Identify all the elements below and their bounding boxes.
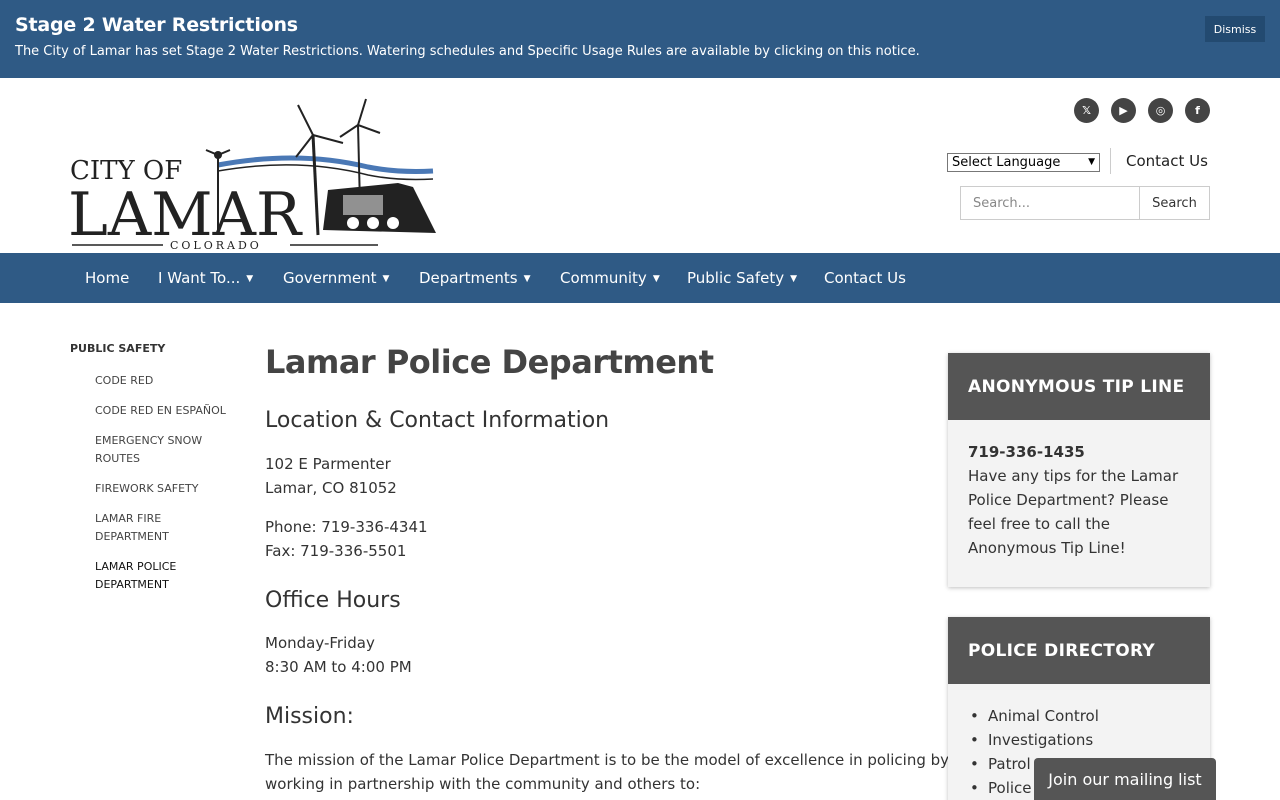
nav-contact-us[interactable]: Contact Us — [824, 269, 906, 287]
directory-item-investigations[interactable]: Investigations — [970, 728, 1210, 752]
nav-government[interactable]: Government ▼ — [283, 269, 389, 287]
nav-departments[interactable]: Departments ▼ — [419, 269, 531, 287]
language-select[interactable]: Select Language ▼ — [947, 153, 1100, 172]
caret-down-icon: ▼ — [790, 274, 798, 284]
chevron-down-icon: ▼ — [1088, 157, 1095, 167]
nav-i-want-to[interactable]: I Want To... ▼ — [158, 269, 253, 287]
mission-heading: Mission: — [265, 704, 354, 729]
directory-item-animal-control[interactable]: Animal Control — [970, 704, 1210, 728]
caret-down-icon: ▼ — [523, 274, 531, 284]
directory-heading: POLICE DIRECTORY — [948, 617, 1210, 684]
mailing-list-button[interactable]: Join our mailing list — [1034, 758, 1216, 800]
dismiss-button[interactable]: Dismiss — [1205, 16, 1265, 42]
mission-text-2: working in partnership with the communit… — [265, 775, 701, 793]
hours-time: 8:30 AM to 4:00 PM — [265, 658, 412, 676]
hours-days: Monday-Friday — [265, 634, 375, 652]
header-divider — [1110, 148, 1111, 174]
tip-line-phone[interactable]: 719-336-1435 — [968, 440, 1192, 464]
logo-text-colorado: COLORADO — [170, 239, 262, 251]
header-contact-link[interactable]: Contact Us — [1126, 152, 1208, 170]
tip-line-box: ANONYMOUS TIP LINE 719-336-1435 Have any… — [948, 353, 1210, 587]
youtube-icon[interactable]: ▶ — [1111, 98, 1136, 123]
alert-banner[interactable]: Stage 2 Water Restrictions The City of L… — [0, 0, 1280, 78]
sidebar-item-police-department[interactable]: LAMAR POLICE DEPARTMENT — [95, 558, 235, 594]
sidebar-item-firework-safety[interactable]: FIREWORK SAFETY — [95, 480, 235, 498]
caret-down-icon: ▼ — [652, 274, 660, 284]
search-button[interactable]: Search — [1139, 186, 1210, 220]
nav-home[interactable]: Home — [85, 269, 129, 287]
instagram-icon[interactable]: ◎ — [1148, 98, 1173, 123]
address-line-2: Lamar, CO 81052 — [265, 479, 397, 497]
city-logo[interactable]: CITY OF LAMAR COLORADO — [68, 95, 440, 252]
hours-heading: Office Hours — [265, 588, 401, 613]
alert-title: Stage 2 Water Restrictions — [15, 14, 298, 36]
caret-down-icon: ▼ — [382, 274, 390, 284]
caret-down-icon: ▼ — [246, 274, 254, 284]
facebook-icon[interactable]: f — [1185, 98, 1210, 123]
sidebar-item-snow-routes[interactable]: EMERGENCY SNOW ROUTES — [95, 432, 235, 468]
fax-text: Fax: 719-336-5501 — [265, 542, 407, 560]
alert-text[interactable]: The City of Lamar has set Stage 2 Water … — [15, 44, 920, 59]
search-input[interactable]: Search... — [960, 186, 1140, 220]
location-heading: Location & Contact Information — [265, 408, 610, 433]
sidebar-item-code-red-espanol[interactable]: CODE RED EN ESPAÑOL — [95, 402, 235, 420]
page-title: Lamar Police Department — [265, 343, 714, 381]
language-select-value: Select Language — [952, 155, 1061, 170]
logo-graphic: CITY OF LAMAR COLORADO — [68, 98, 436, 252]
phone-text: Phone: 719-336-4341 — [265, 518, 428, 536]
tip-line-heading: ANONYMOUS TIP LINE — [948, 353, 1210, 420]
sidebar-item-code-red[interactable]: CODE RED — [95, 372, 235, 390]
address-line-1: 102 E Parmenter — [265, 455, 391, 473]
main-nav: Home I Want To... ▼ Government ▼ Departmen… — [0, 253, 1280, 303]
mission-text-1: The mission of the Lamar Police Departme… — [265, 751, 950, 769]
nav-public-safety[interactable]: Public Safety ▼ — [687, 269, 797, 287]
tip-line-body: 719-336-1435 Have any tips for the Lamar… — [948, 420, 1210, 580]
sidebar-heading[interactable]: PUBLIC SAFETY — [70, 342, 165, 355]
sidebar-item-fire-department[interactable]: LAMAR FIRE DEPARTMENT — [95, 510, 235, 546]
nav-community[interactable]: Community ▼ — [560, 269, 660, 287]
x-icon[interactable]: 𝕏 — [1074, 98, 1099, 123]
tip-line-text: Have any tips for the Lamar Police Depar… — [968, 467, 1179, 557]
